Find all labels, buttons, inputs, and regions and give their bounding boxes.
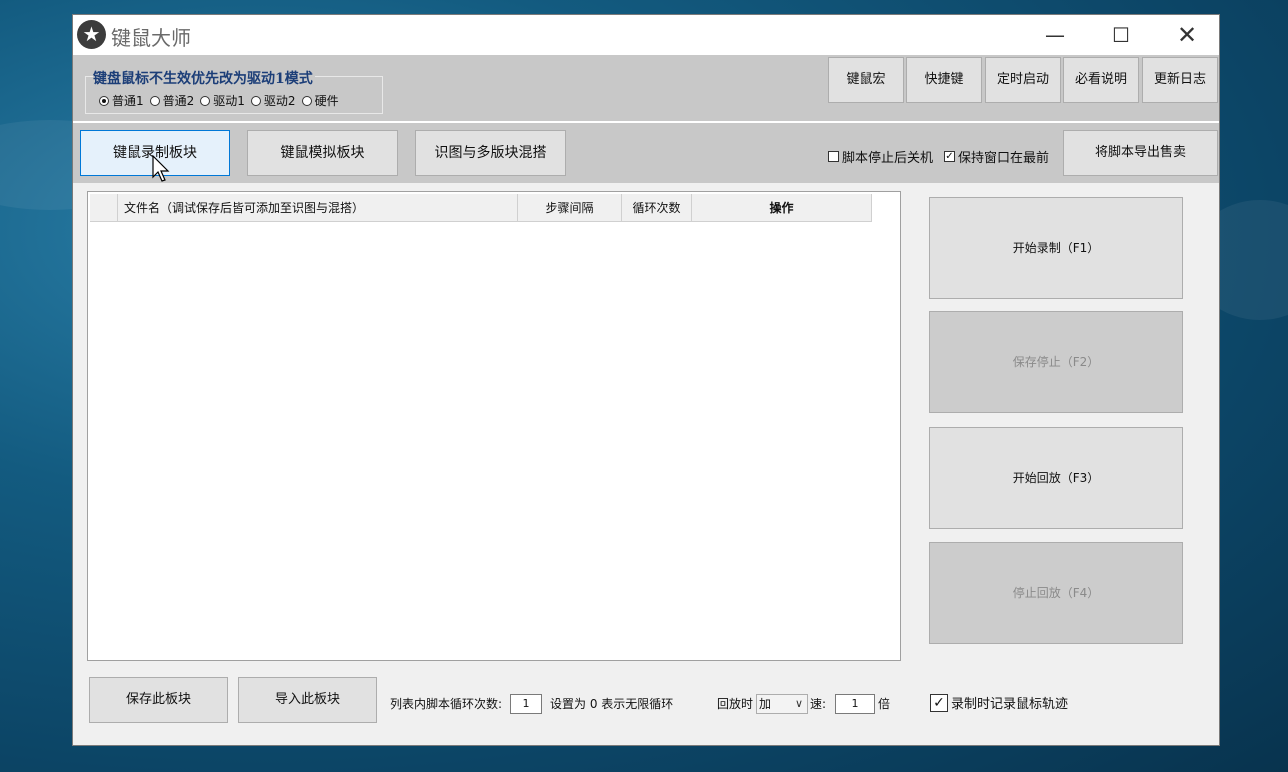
- mode-radio-label: 硬件: [314, 94, 339, 108]
- checkbox-label: 脚本停止后关机: [842, 151, 934, 166]
- list-header: 文件名（调试保存后皆可添加至识图与混搭） 步骤间隔 循环次数 操作: [90, 194, 872, 222]
- start-record-button[interactable]: 开始录制（F1）: [929, 197, 1183, 299]
- changelog-button[interactable]: 更新日志: [1142, 57, 1218, 103]
- toolbar: 键盘鼠标不生效优先改为驱动1模式 普通1 普通2 驱动1 驱动2 硬件 键鼠宏 …: [73, 55, 1219, 123]
- star-icon: ★: [77, 20, 106, 49]
- speed-label: 速:: [810, 697, 827, 711]
- tab-simulate[interactable]: 键鼠模拟板块: [247, 130, 398, 176]
- close-button[interactable]: ✕: [1155, 15, 1219, 55]
- mode-radio-label: 普通1: [112, 94, 144, 108]
- maximize-button[interactable]: ☐: [1089, 15, 1153, 55]
- read-me-button[interactable]: 必看说明: [1063, 57, 1139, 103]
- loop-hint-label: 设置为 0 表示无限循环: [550, 697, 674, 711]
- save-stop-button[interactable]: 保存停止（F2）: [929, 311, 1183, 413]
- stop-playback-button[interactable]: 停止回放（F4）: [929, 542, 1183, 644]
- playback-label: 回放时: [717, 697, 754, 711]
- speed-mode-select[interactable]: 加 ∨: [756, 694, 808, 714]
- keep-on-top-checkbox[interactable]: ✓ 保持窗口在最前: [944, 147, 1049, 166]
- main-content: 文件名（调试保存后皆可添加至识图与混搭） 步骤间隔 循环次数 操作 开始录制（F…: [73, 183, 1219, 745]
- mode-radio-label: 驱动2: [263, 94, 296, 108]
- mode-radio-row: 普通1 普通2 驱动1 驱动2 硬件: [99, 92, 343, 109]
- column-header-interval[interactable]: 步骤间隔: [518, 194, 622, 222]
- module-tab-bar: 键鼠录制板块 键鼠模拟板块 识图与多版块混搭 脚本停止后关机 ✓ 保持窗口在最前…: [73, 123, 1219, 183]
- checkbox-label: 录制时记录鼠标轨迹: [951, 697, 1069, 712]
- column-header-actions[interactable]: 操作: [692, 194, 872, 222]
- loop-count-input[interactable]: 1: [510, 694, 542, 714]
- check-mark-icon: ✓: [930, 693, 948, 712]
- mode-radio-putong2[interactable]: 普通2: [149, 92, 195, 109]
- start-playback-button[interactable]: 开始回放（F3）: [929, 427, 1183, 529]
- column-header-select[interactable]: [90, 194, 118, 222]
- loop-count-label: 列表内脚本循环次数:: [390, 697, 503, 711]
- mode-radio-label: 普通2: [162, 94, 195, 108]
- import-module-button[interactable]: 导入此板块: [238, 677, 377, 723]
- app-window: ★ 键鼠大师 — ☐ ✕ 键盘鼠标不生效优先改为驱动1模式 普通1 普通2 驱动…: [72, 14, 1220, 746]
- speed-input[interactable]: 1: [835, 694, 875, 714]
- mode-group-title: 键盘鼠标不生效优先改为驱动1模式: [93, 68, 315, 88]
- radio-dot-icon: [301, 95, 312, 106]
- speed-mode-value: 加: [759, 697, 772, 711]
- hotkey-button[interactable]: 快捷键: [906, 57, 982, 103]
- chevron-down-icon: ∨: [794, 697, 803, 710]
- mouse-cursor-icon: [152, 155, 170, 182]
- checkbox-label: 保持窗口在最前: [958, 151, 1050, 166]
- radio-dot-icon: [250, 95, 261, 106]
- mode-radio-qudong2[interactable]: 驱动2: [250, 92, 296, 109]
- column-header-loops[interactable]: 循环次数: [622, 194, 692, 222]
- export-script-button[interactable]: 将脚本导出售卖: [1063, 130, 1218, 176]
- shutdown-after-stop-checkbox[interactable]: 脚本停止后关机: [828, 147, 933, 166]
- mode-radio-putong1[interactable]: 普通1: [99, 92, 144, 109]
- tab-image-mix[interactable]: 识图与多版块混搭: [415, 130, 566, 176]
- column-header-filename[interactable]: 文件名（调试保存后皆可添加至识图与混搭）: [118, 194, 518, 222]
- mode-radio-qudong1[interactable]: 驱动1: [200, 92, 245, 109]
- script-list[interactable]: 文件名（调试保存后皆可添加至识图与混搭） 步骤间隔 循环次数 操作: [87, 191, 901, 661]
- checkbox-box: [828, 151, 839, 162]
- speed-unit-label: 倍: [878, 697, 891, 711]
- record-mouse-track-checkbox[interactable]: ✓ 录制时记录鼠标轨迹: [930, 693, 1068, 712]
- window-title: 键鼠大师: [111, 26, 191, 50]
- check-mark-icon: ✓: [944, 151, 955, 162]
- macro-button[interactable]: 键鼠宏: [828, 57, 904, 103]
- mode-radio-label: 驱动1: [213, 94, 245, 108]
- save-module-button[interactable]: 保存此板块: [89, 677, 228, 723]
- radio-dot-icon: [99, 95, 109, 106]
- minimize-button[interactable]: —: [1023, 15, 1087, 55]
- radio-dot-icon: [200, 95, 211, 106]
- radio-dot-icon: [149, 95, 160, 106]
- scheduled-start-button[interactable]: 定时启动: [985, 57, 1061, 103]
- mode-radio-yingjian[interactable]: 硬件: [301, 92, 339, 109]
- title-bar: ★ 键鼠大师 — ☐ ✕: [73, 15, 1219, 55]
